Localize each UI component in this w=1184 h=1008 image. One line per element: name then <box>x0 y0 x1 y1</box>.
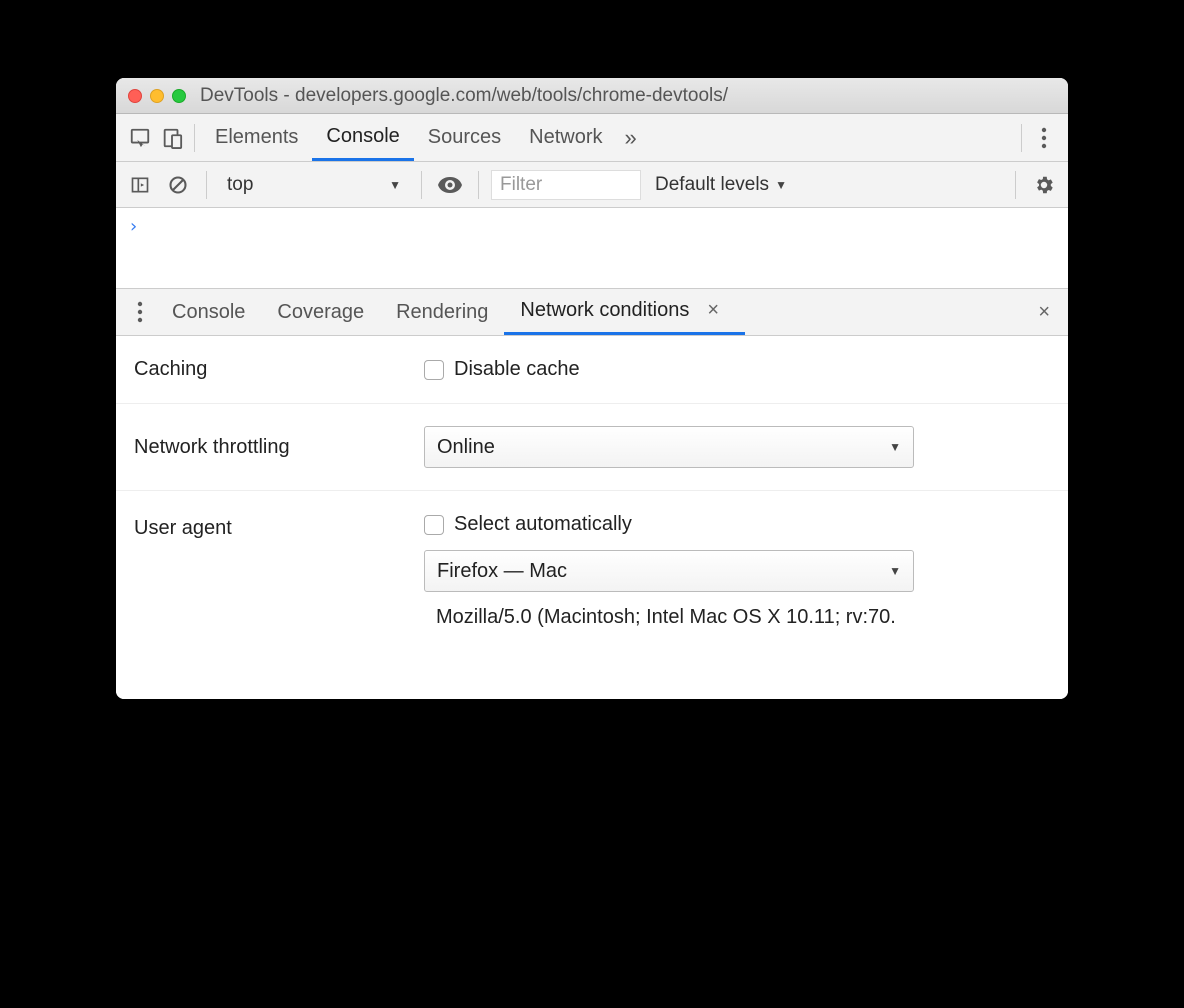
select-automatically-checkbox[interactable] <box>424 515 444 535</box>
inspect-element-icon[interactable] <box>124 122 156 154</box>
user-agent-row: User agent Select automatically Firefox … <box>116 491 1068 699</box>
tab-label: Coverage <box>277 301 364 324</box>
separator <box>1021 124 1022 152</box>
throttling-select[interactable]: Online ▼ <box>424 426 914 468</box>
console-prompt-icon: › <box>128 216 139 237</box>
console-settings-icon[interactable] <box>1028 169 1060 201</box>
drawer-tab-network-conditions[interactable]: Network conditions × <box>504 289 745 335</box>
separator <box>194 124 195 152</box>
tab-label: Rendering <box>396 301 488 324</box>
chevron-down-icon: ▼ <box>389 178 401 192</box>
throttling-value: Online <box>437 436 495 459</box>
drawer-tab-rendering[interactable]: Rendering <box>380 289 504 335</box>
clear-console-icon[interactable] <box>162 169 194 201</box>
maximize-window-button[interactable] <box>172 89 186 103</box>
tab-console[interactable]: Console <box>312 114 413 161</box>
disable-cache-label: Disable cache <box>454 358 580 381</box>
drawer-more-icon[interactable] <box>124 296 156 328</box>
caching-label: Caching <box>134 358 424 381</box>
drawer-tab-coverage[interactable]: Coverage <box>261 289 380 335</box>
console-filter-input[interactable] <box>491 170 641 200</box>
titlebar: DevTools - developers.google.com/web/too… <box>116 78 1068 114</box>
drawer-tabbar: Console Coverage Rendering Network condi… <box>116 288 1068 336</box>
separator <box>206 171 207 199</box>
drawer-tab-console[interactable]: Console <box>156 289 261 335</box>
user-agent-string: Mozilla/5.0 (Macintosh; Intel Mac OS X 1… <box>424 606 1050 629</box>
tab-label: Console <box>172 301 245 324</box>
chevron-down-icon: ▼ <box>889 440 901 454</box>
user-agent-select[interactable]: Firefox — Mac ▼ <box>424 550 914 592</box>
network-conditions-panel: Caching Disable cache Network throttling… <box>116 336 1068 699</box>
log-levels-select[interactable]: Default levels ▼ <box>647 174 795 196</box>
context-value: top <box>227 174 253 196</box>
live-expression-icon[interactable] <box>434 169 466 201</box>
throttling-label: Network throttling <box>134 436 424 459</box>
throttling-row: Network throttling Online ▼ <box>116 404 1068 491</box>
execution-context-select[interactable]: top ▼ <box>219 170 409 200</box>
tab-label: Network conditions <box>520 299 689 322</box>
device-toggle-icon[interactable] <box>156 122 188 154</box>
tab-label: Elements <box>215 126 298 149</box>
user-agent-label: User agent <box>134 513 424 540</box>
user-agent-value: Firefox — Mac <box>437 560 567 583</box>
settings-menu-icon[interactable] <box>1028 122 1060 154</box>
close-tab-icon[interactable]: × <box>697 299 729 322</box>
tab-network[interactable]: Network <box>515 114 616 161</box>
devtools-window: DevTools - developers.google.com/web/too… <box>116 78 1068 699</box>
tab-label: Sources <box>428 126 501 149</box>
minimize-window-button[interactable] <box>150 89 164 103</box>
chevron-down-icon: ▼ <box>775 178 787 192</box>
caching-row: Caching Disable cache <box>116 336 1068 404</box>
separator <box>1015 171 1016 199</box>
traffic-lights <box>128 89 186 103</box>
console-toolbar: top ▼ Default levels ▼ <box>116 162 1068 208</box>
more-tabs-icon[interactable]: » <box>617 125 645 151</box>
close-drawer-icon[interactable]: × <box>1028 301 1060 324</box>
separator <box>421 171 422 199</box>
window-title: DevTools - developers.google.com/web/too… <box>186 85 1056 107</box>
separator <box>478 171 479 199</box>
tab-label: Network <box>529 126 602 149</box>
tab-label: Console <box>326 125 399 148</box>
chevron-down-icon: ▼ <box>889 564 901 578</box>
tab-sources[interactable]: Sources <box>414 114 515 161</box>
levels-value: Default levels <box>655 174 769 196</box>
main-tabbar: Elements Console Sources Network » <box>116 114 1068 162</box>
tab-elements[interactable]: Elements <box>201 114 312 161</box>
console-input-area[interactable]: › <box>116 208 1068 288</box>
console-sidebar-toggle-icon[interactable] <box>124 169 156 201</box>
disable-cache-checkbox[interactable] <box>424 360 444 380</box>
close-window-button[interactable] <box>128 89 142 103</box>
select-automatically-label: Select automatically <box>454 513 632 536</box>
